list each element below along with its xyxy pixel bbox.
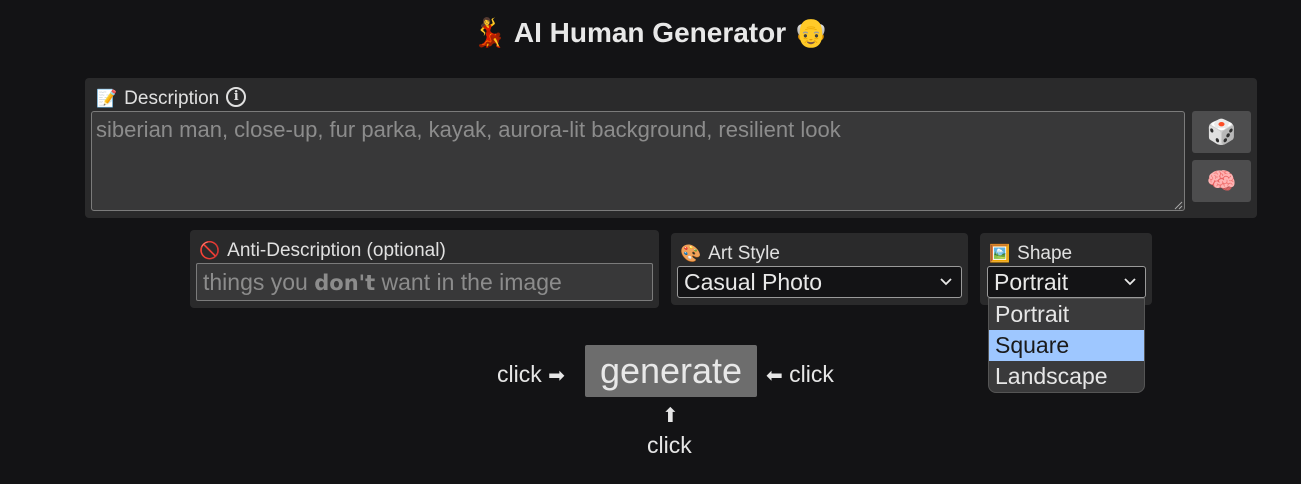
bottom-click-hint: click: [647, 432, 692, 458]
generate-button[interactable]: generate: [585, 345, 757, 397]
anti-description-label-text: Anti-Description (optional): [227, 240, 446, 261]
art-style-select[interactable]: Casual Photo: [677, 266, 962, 298]
anti-placeholder-start: things you: [203, 269, 315, 295]
art-style-selected-value: Casual Photo: [684, 268, 823, 295]
shape-option-square[interactable]: Square: [989, 330, 1144, 361]
brain-suggest-button[interactable]: 🧠: [1192, 160, 1251, 202]
anti-placeholder-end: want in the image: [375, 269, 562, 295]
dice-icon: 🎲: [1206, 118, 1237, 146]
palette-icon: 🎨: [680, 244, 702, 263]
framed-picture-icon: 🖼️: [989, 244, 1011, 263]
info-icon[interactable]: i: [226, 87, 247, 107]
memo-icon: 📝: [96, 89, 118, 108]
resize-handle-icon[interactable]: [1173, 200, 1183, 210]
anti-placeholder-bold: don't: [314, 271, 376, 295]
description-panel: 📝 Description i 🎲 🧠: [85, 78, 1257, 218]
generate-button-label: generate: [599, 350, 743, 391]
chevron-down-icon: [940, 278, 952, 286]
shape-option-landscape[interactable]: Landscape: [989, 361, 1144, 392]
prohibited-icon: 🚫: [199, 241, 221, 260]
shape-panel: 🖼️ Shape Portrait: [980, 233, 1152, 305]
description-label: 📝 Description i: [96, 87, 247, 110]
anti-description-input[interactable]: things you don't want in the image: [196, 263, 653, 301]
chevron-down-icon: [1124, 278, 1136, 286]
shape-selected-value: Portrait: [994, 268, 1069, 295]
dancer-emoji-icon: 💃: [472, 17, 508, 48]
left-click-text: click: [497, 361, 542, 387]
right-arrow-icon: ➡: [548, 363, 565, 387]
left-arrow-icon: ⬅: [766, 363, 783, 387]
art-style-label: 🎨 Art Style: [680, 243, 780, 265]
right-click-text: click: [789, 361, 834, 387]
random-description-button[interactable]: 🎲: [1192, 111, 1251, 153]
old-man-emoji-icon: 👴: [793, 17, 829, 48]
shape-dropdown-list: Portrait Square Landscape: [988, 298, 1145, 393]
left-click-hint: click ➡: [497, 361, 565, 388]
anti-description-label: 🚫 Anti-Description (optional): [199, 240, 446, 262]
shape-select[interactable]: Portrait: [987, 266, 1146, 298]
art-style-label-text: Art Style: [708, 243, 780, 264]
up-arrow-icon: ⬆: [662, 405, 679, 427]
description-label-text: Description: [124, 88, 220, 109]
art-style-panel: 🎨 Art Style Casual Photo: [671, 233, 968, 305]
anti-description-panel: 🚫 Anti-Description (optional) things you…: [190, 230, 659, 308]
brain-icon: 🧠: [1206, 167, 1237, 195]
shape-option-portrait[interactable]: Portrait: [989, 299, 1144, 330]
shape-label-text: Shape: [1017, 243, 1073, 264]
page-title-text: AI Human Generator: [513, 17, 787, 48]
right-click-hint: ⬅ click: [766, 361, 834, 388]
shape-label: 🖼️ Shape: [989, 243, 1072, 265]
description-textarea[interactable]: [91, 111, 1185, 211]
page-title: 💃 AI Human Generator 👴: [0, 16, 1301, 49]
